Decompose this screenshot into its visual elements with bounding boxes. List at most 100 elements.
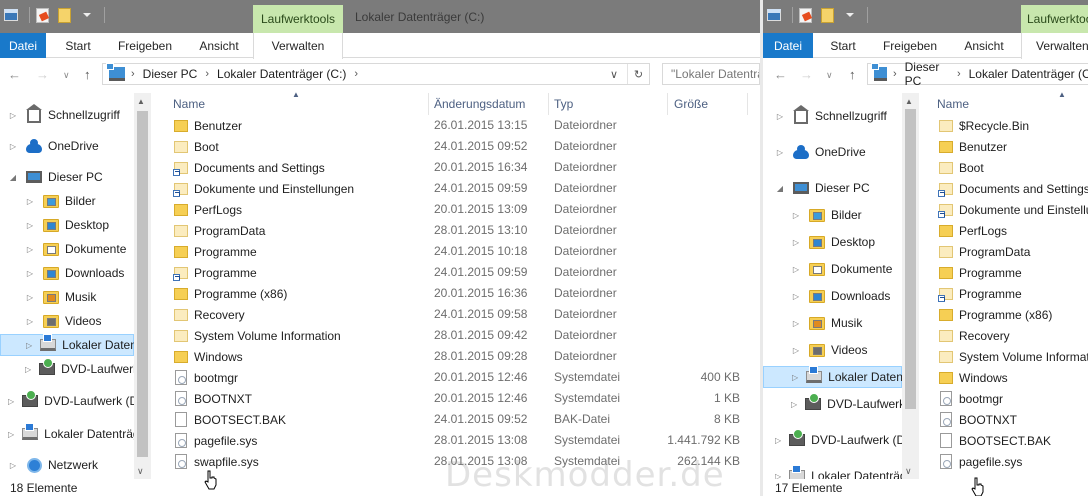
up-arrow-icon[interactable]: ↑: [84, 67, 91, 82]
customize-toolbar-icon[interactable]: [78, 7, 94, 23]
tab-ansicht[interactable]: Ansicht: [186, 33, 252, 58]
expand-arrow-icon[interactable]: ▷: [8, 430, 14, 439]
title-bar[interactable]: Laufwerktools: [763, 0, 1088, 33]
nav-item[interactable]: ▷ Lokaler Datenträger (C:): [0, 423, 134, 445]
nav-item[interactable]: ▷ OneDrive: [0, 135, 134, 157]
breadcrumb-dieser-pc[interactable]: Dieser PC: [143, 67, 198, 81]
back-arrow-icon[interactable]: ←: [8, 67, 21, 82]
tab-start[interactable]: Start: [52, 33, 104, 58]
file-row[interactable]: pagefile.sys: [173, 430, 257, 451]
file-row[interactable]: swapfile.sys: [173, 451, 259, 472]
expand-arrow-icon[interactable]: ▷: [775, 112, 785, 121]
expand-arrow-icon[interactable]: ▷: [8, 142, 18, 151]
forward-arrow-icon[interactable]: →: [800, 67, 813, 82]
expand-arrow-icon[interactable]: ▷: [791, 319, 801, 328]
column-header-type[interactable]: Typ: [554, 93, 573, 115]
nav-item[interactable]: ▷ Desktop: [763, 231, 902, 253]
expand-arrow-icon[interactable]: ▷: [775, 436, 781, 445]
expand-arrow-icon[interactable]: ▷: [775, 148, 785, 157]
file-row[interactable]: BOOTSECT.BAK: [173, 409, 286, 430]
new-folder-icon[interactable]: [56, 7, 72, 23]
expand-arrow-icon[interactable]: ▷: [791, 292, 801, 301]
nav-item[interactable]: ▷ Netzwerk: [0, 454, 134, 476]
file-row[interactable]: Programme: [938, 262, 1022, 283]
tab-ansicht[interactable]: Ansicht: [951, 33, 1017, 58]
expand-arrow-icon[interactable]: ▷: [25, 221, 35, 230]
address-bar[interactable]: › Dieser PC › Lokaler Datenträger (C:) ›…: [102, 63, 650, 85]
file-row[interactable]: ProgramData: [173, 220, 265, 241]
file-row[interactable]: bootmgr: [938, 388, 1003, 409]
nav-item[interactable]: ▷ Bilder: [763, 204, 902, 226]
expand-arrow-icon[interactable]: ▷: [25, 365, 31, 374]
breadcrumb-chevron-icon[interactable]: ›: [354, 68, 358, 80]
file-row[interactable]: pagefile.sys: [938, 451, 1022, 472]
scroll-down-icon[interactable]: ∨: [137, 466, 148, 477]
expand-arrow-icon[interactable]: ▷: [791, 400, 797, 409]
properties-icon[interactable]: [766, 7, 782, 23]
scroll-up-icon[interactable]: ▲: [137, 97, 148, 106]
breadcrumb-chevron-icon[interactable]: ›: [205, 68, 209, 80]
file-row[interactable]: BOOTNXT: [938, 409, 1017, 430]
scrollbar-thumb[interactable]: [137, 111, 148, 457]
navigation-scrollbar[interactable]: ▲ ∨: [134, 93, 151, 479]
expand-arrow-icon[interactable]: ▷: [791, 346, 801, 355]
nav-item[interactable]: ▷ Dokumente: [763, 258, 902, 280]
expand-arrow-icon[interactable]: ▷: [25, 269, 35, 278]
file-row[interactable]: Dokumente und Einstellungen: [173, 178, 354, 199]
nav-item[interactable]: ▷ Schnellzugriff: [763, 105, 902, 127]
tab-datei[interactable]: Datei: [0, 33, 46, 58]
tab-verwalten[interactable]: Verwalten: [253, 33, 343, 59]
column-header-size[interactable]: Größe: [674, 93, 708, 115]
breadcrumb-chevron-icon[interactable]: ›: [957, 68, 961, 80]
expand-arrow-icon[interactable]: ▷: [791, 211, 801, 220]
expand-arrow-icon[interactable]: ▷: [792, 373, 798, 382]
address-bar[interactable]: › Dieser PC › Lokaler Datenträger (C:): [867, 60, 1088, 88]
file-row[interactable]: PerfLogs: [173, 199, 242, 220]
file-row[interactable]: Programme (x86): [938, 304, 1052, 325]
file-row[interactable]: bootmgr: [173, 367, 238, 388]
breadcrumb-lokaler-datentraeger[interactable]: Lokaler Datenträger (C:): [969, 67, 1088, 81]
column-header-name[interactable]: Name: [937, 93, 969, 115]
new-item-icon[interactable]: [797, 7, 813, 23]
tab-freigeben[interactable]: Freigeben: [873, 33, 947, 58]
file-row[interactable]: System Volume Information: [173, 325, 341, 346]
tab-datei[interactable]: Datei: [763, 33, 813, 58]
new-item-icon[interactable]: [34, 7, 50, 23]
expand-arrow-icon[interactable]: ▷: [25, 317, 35, 326]
file-row[interactable]: $Recycle.Bin: [938, 115, 1029, 136]
breadcrumb-dieser-pc[interactable]: Dieser PC: [905, 60, 949, 88]
recent-locations-icon[interactable]: ∨: [826, 70, 833, 81]
file-row[interactable]: Boot: [173, 136, 219, 157]
file-row[interactable]: Recovery: [173, 304, 245, 325]
file-row[interactable]: Programme: [173, 262, 257, 283]
column-header-name[interactable]: Name: [173, 93, 205, 115]
file-row[interactable]: PerfLogs: [938, 220, 1007, 241]
file-row[interactable]: Recovery: [938, 325, 1010, 346]
scroll-up-icon[interactable]: ▲: [905, 97, 916, 106]
file-row[interactable]: BOOTSECT.BAK: [938, 430, 1051, 451]
search-input[interactable]: "Lokaler Datenträger (C:)" durchsuchen: [662, 63, 760, 85]
file-row[interactable]: Benutzer: [173, 115, 242, 136]
up-arrow-icon[interactable]: ↑: [849, 67, 856, 82]
nav-item[interactable]: ▷ Downloads: [0, 262, 134, 284]
nav-item[interactable]: ▷ Dokumente: [0, 238, 134, 260]
file-row[interactable]: System Volume Information: [938, 346, 1088, 367]
scroll-down-icon[interactable]: ∨: [905, 466, 916, 477]
collapse-arrow-icon[interactable]: ◢: [8, 173, 18, 182]
recent-locations-icon[interactable]: ∨: [63, 70, 70, 81]
collapse-arrow-icon[interactable]: ◢: [775, 184, 785, 193]
file-row[interactable]: Dokumente und Einstellungen: [938, 199, 1088, 220]
expand-arrow-icon[interactable]: ▷: [775, 472, 781, 480]
breadcrumb-chevron-icon[interactable]: ›: [893, 68, 897, 80]
nav-item[interactable]: ▷ Downloads: [763, 285, 902, 307]
new-folder-icon[interactable]: [819, 7, 835, 23]
back-arrow-icon[interactable]: ←: [774, 67, 787, 82]
scrollbar-thumb[interactable]: [905, 109, 916, 409]
expand-arrow-icon[interactable]: ▷: [25, 197, 35, 206]
refresh-icon[interactable]: ↻: [627, 64, 649, 84]
nav-item[interactable]: ▷ DVD-Laufwerk (D:): [763, 429, 902, 451]
file-row[interactable]: Documents and Settings: [938, 178, 1088, 199]
expand-arrow-icon[interactable]: ▷: [25, 245, 35, 254]
file-row[interactable]: Programme (x86): [173, 283, 287, 304]
nav-item[interactable]: ▷ Videos: [0, 310, 134, 332]
